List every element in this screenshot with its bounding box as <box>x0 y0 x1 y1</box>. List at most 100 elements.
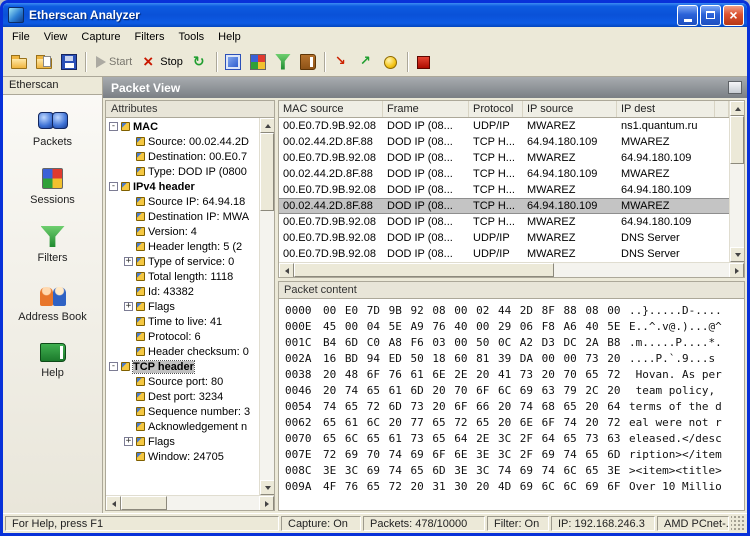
hex-offset: 008C <box>285 464 312 477</box>
menu-help[interactable]: Help <box>211 28 248 46</box>
scroll-track[interactable] <box>121 496 259 510</box>
sidebar-item-help[interactable]: Help <box>3 329 102 385</box>
stop-button[interactable]: Stop <box>137 50 187 74</box>
tree-item[interactable]: Header checksum: 0 <box>106 344 259 359</box>
expand-icon[interactable]: + <box>124 302 133 311</box>
sidebar-item-packets[interactable]: Packets <box>3 95 102 154</box>
menu-capture[interactable]: Capture <box>74 28 127 46</box>
refresh-button[interactable] <box>188 50 212 74</box>
column-header-mac-source[interactable]: MAC source <box>279 101 383 117</box>
expand-icon[interactable]: + <box>124 257 133 266</box>
tree-item[interactable]: Type: DOD IP (0800 <box>106 164 259 179</box>
column-header-protocol[interactable]: Protocol <box>469 101 523 117</box>
menu-file[interactable]: File <box>5 28 37 46</box>
send-traffic-button[interactable] <box>329 50 353 74</box>
sidebar-item-address-book[interactable]: Address Book <box>3 270 102 329</box>
tree-item[interactable]: Time to live: 41 <box>106 314 259 329</box>
hex-line: 0054 74 65 72 6D 73 20 6F 66 20 74 68 65 … <box>285 399 738 415</box>
close-button[interactable]: × <box>723 4 744 26</box>
collapse-icon[interactable]: - <box>109 182 118 191</box>
scroll-right-button[interactable] <box>729 263 744 277</box>
address-book-button[interactable] <box>296 50 320 74</box>
tree-item[interactable]: + Flags <box>106 299 259 314</box>
packet-row[interactable]: 00.E0.7D.9B.92.08 DOD IP (08... UDP/IP MWAR… <box>279 230 729 246</box>
tree-item[interactable]: Id: 43382 <box>106 284 259 299</box>
packet-row[interactable]: 00.E0.7D.9B.92.08 DOD IP (08... UDP/IP MWAR… <box>279 118 729 134</box>
attribute-icon <box>136 377 145 386</box>
scroll-thumb[interactable] <box>294 263 554 277</box>
tree-item[interactable]: Source: 00.02.44.2D <box>106 134 259 149</box>
column-header-frame[interactable]: Frame <box>383 101 469 117</box>
scroll-right-button[interactable] <box>259 496 274 510</box>
alerts-button[interactable] <box>379 50 403 74</box>
receive-traffic-button[interactable] <box>354 50 378 74</box>
packet-row[interactable]: 00.E0.7D.9B.92.08 DOD IP (08... TCP H... MW… <box>279 214 729 230</box>
scroll-thumb[interactable] <box>730 116 744 164</box>
tree-item[interactable]: - TCP header <box>106 359 259 374</box>
scroll-track[interactable] <box>730 116 744 247</box>
expand-icon[interactable]: + <box>124 437 133 446</box>
panel-options-icon[interactable] <box>728 81 742 94</box>
attribute-icon <box>121 362 130 371</box>
tree-item[interactable]: Version: 4 <box>106 224 259 239</box>
scroll-up-button[interactable] <box>260 118 274 133</box>
maximize-button[interactable] <box>700 4 721 26</box>
scroll-down-button[interactable] <box>260 480 274 495</box>
menu-view[interactable]: View <box>37 28 75 46</box>
scroll-track[interactable] <box>260 133 274 480</box>
start-button[interactable]: Start <box>90 50 136 74</box>
minimize-button[interactable] <box>677 4 698 26</box>
column-header-ip-dest[interactable]: IP dest <box>617 101 715 117</box>
scroll-left-button[interactable] <box>279 263 294 277</box>
record-button[interactable] <box>412 50 436 74</box>
packet-cell: 00.E0.7D.9B.92.08 <box>283 184 376 196</box>
title-bar[interactable]: Etherscan Analyzer × <box>3 3 747 27</box>
open-capture-button[interactable] <box>32 50 56 74</box>
tree-item[interactable]: Destination IP: MWA <box>106 209 259 224</box>
filter-view-button[interactable] <box>271 50 295 74</box>
scroll-thumb[interactable] <box>260 133 274 211</box>
tree-item[interactable]: Header length: 5 (2 <box>106 239 259 254</box>
list-vertical-scrollbar[interactable] <box>729 101 744 262</box>
open-button[interactable] <box>7 50 31 74</box>
tree-item[interactable]: Total length: 1118 <box>106 269 259 284</box>
list-horizontal-scrollbar[interactable] <box>279 262 744 277</box>
tree-item[interactable]: Source IP: 64.94.18 <box>106 194 259 209</box>
tree-item[interactable]: Acknowledgement n <box>106 419 259 434</box>
packet-row[interactable]: 00.E0.7D.9B.92.08 DOD IP (08... TCP H... MW… <box>279 182 729 198</box>
scroll-thumb[interactable] <box>121 496 167 510</box>
tree-item[interactable]: + Flags <box>106 434 259 449</box>
tree-item[interactable]: + Type of service: 0 <box>106 254 259 269</box>
tree-item[interactable]: Sequence number: 3 <box>106 404 259 419</box>
menu-filters[interactable]: Filters <box>128 28 172 46</box>
packet-view-button[interactable] <box>221 50 245 74</box>
collapse-icon[interactable]: - <box>109 362 118 371</box>
tree-item[interactable]: Protocol: 6 <box>106 329 259 344</box>
column-header-ip-source[interactable]: IP source <box>523 101 617 117</box>
packet-row[interactable]: 00.E0.7D.9B.92.08 DOD IP (08... UDP/IP MWAR… <box>279 246 729 262</box>
collapse-icon[interactable]: - <box>109 122 118 131</box>
tree-vertical-scrollbar[interactable] <box>259 118 274 495</box>
sidebar-item-sessions[interactable]: Sessions <box>3 154 102 212</box>
scroll-down-button[interactable] <box>730 247 744 262</box>
packet-row[interactable]: 00.02.44.2D.8F.88 DOD IP (08... TCP H... 64… <box>279 198 729 214</box>
packet-row[interactable]: 00.02.44.2D.8F.88 DOD IP (08... TCP H... 64… <box>279 166 729 182</box>
scroll-up-button[interactable] <box>730 101 744 116</box>
scroll-track[interactable] <box>294 263 729 277</box>
packet-row[interactable]: 00.E0.7D.9B.92.08 DOD IP (08... TCP H... MW… <box>279 150 729 166</box>
sidebar-item-filters[interactable]: Filters <box>3 212 102 270</box>
tree-item[interactable]: - MAC <box>106 119 259 134</box>
tree-item[interactable]: Source port: 80 <box>106 374 259 389</box>
menu-tools[interactable]: Tools <box>171 28 211 46</box>
down-arrow-icon <box>734 252 741 260</box>
tree-item[interactable]: - IPv4 header <box>106 179 259 194</box>
tree-item[interactable]: Dest port: 3234 <box>106 389 259 404</box>
session-view-button[interactable] <box>246 50 270 74</box>
packet-row[interactable]: 00.02.44.2D.8F.88 DOD IP (08... TCP H... 64… <box>279 134 729 150</box>
save-button[interactable] <box>57 50 81 74</box>
resize-grip[interactable] <box>731 516 745 531</box>
tree-horizontal-scrollbar[interactable] <box>106 495 274 510</box>
tree-item[interactable]: Destination: 00.E0.7 <box>106 149 259 164</box>
scroll-left-button[interactable] <box>106 496 121 510</box>
tree-item[interactable]: Window: 24705 <box>106 449 259 464</box>
